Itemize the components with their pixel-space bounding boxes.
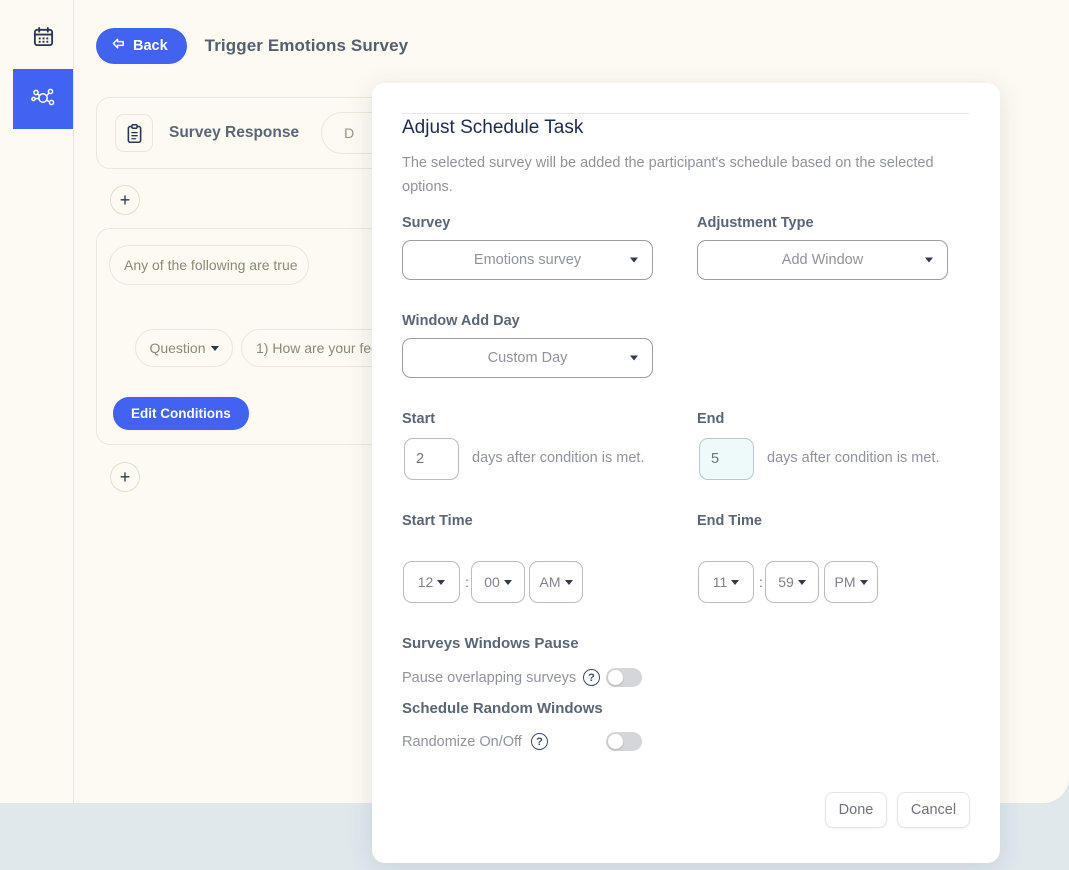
- end-time-hour-select[interactable]: 11: [698, 561, 754, 603]
- clipboard-icon: [115, 114, 153, 152]
- end-time-minute-select[interactable]: 59: [765, 561, 819, 603]
- sidebar-item-calendar[interactable]: [13, 9, 73, 69]
- edit-conditions-button[interactable]: Edit Conditions: [113, 397, 249, 430]
- start-time-separator: :: [465, 574, 469, 590]
- arrow-left-icon: [111, 36, 126, 55]
- sidebar: [13, 0, 74, 803]
- pause-overlapping-surveys-label: Pause overlapping surveys: [402, 670, 577, 686]
- start-time-hour-value: 12: [417, 574, 434, 590]
- end-time-meridiem-select[interactable]: PM: [824, 561, 878, 603]
- add-node-button-bottom[interactable]: +: [110, 462, 140, 492]
- start-days-input[interactable]: [404, 438, 459, 480]
- end-label: End: [697, 411, 725, 427]
- chevron-down-icon: [859, 579, 868, 585]
- end-days-input[interactable]: [699, 438, 754, 480]
- survey-select-value: Emotions survey: [473, 252, 582, 268]
- help-icon-pause[interactable]: ?: [583, 669, 600, 686]
- start-time-label: Start Time: [402, 513, 473, 529]
- randomize-on-off-toggle[interactable]: [606, 732, 642, 751]
- pause-overlapping-surveys-toggle[interactable]: [606, 668, 642, 687]
- sidebar-item-flow[interactable]: [13, 69, 73, 129]
- start-label: Start: [402, 411, 436, 427]
- window-add-day-select-value: Custom Day: [487, 350, 568, 366]
- window-add-day-select[interactable]: Custom Day: [402, 338, 653, 378]
- end-time-minute-value: 59: [778, 574, 794, 590]
- condition-question-dropdown[interactable]: Question: [135, 329, 233, 367]
- survey-label: Survey: [402, 215, 451, 231]
- toggle-knob: [608, 670, 623, 685]
- surveys-windows-pause-heading: Surveys Windows Pause: [402, 635, 579, 652]
- back-button-label: Back: [133, 37, 168, 54]
- chevron-down-icon: [564, 579, 573, 585]
- chevron-down-icon: [925, 257, 933, 263]
- window-add-day-label: Window Add Day: [402, 313, 520, 329]
- start-time-meridiem-select[interactable]: AM: [529, 561, 583, 603]
- chevron-down-icon: [630, 355, 638, 361]
- add-node-button-top[interactable]: +: [110, 185, 140, 215]
- adjustment-type-select[interactable]: Add Window: [697, 240, 948, 280]
- start-days-suffix: days after condition is met.: [472, 450, 645, 466]
- dialog-title: Adjust Schedule Task: [402, 117, 584, 138]
- end-time-hour-value: 11: [712, 574, 728, 590]
- calendar-icon: [32, 25, 55, 53]
- end-days-suffix: days after condition is met.: [767, 450, 940, 466]
- modal-divider: [402, 113, 970, 114]
- condition-any-pill[interactable]: Any of the following are true: [109, 245, 309, 285]
- help-icon-randomize[interactable]: ?: [531, 733, 548, 750]
- page-title: Trigger Emotions Survey: [204, 36, 409, 55]
- back-button[interactable]: Back: [96, 28, 187, 64]
- chevron-down-icon: [731, 579, 740, 585]
- toggle-knob: [608, 734, 623, 749]
- chevron-down-icon: [630, 257, 638, 263]
- chevron-down-icon: [503, 579, 512, 585]
- end-time-label: End Time: [697, 513, 762, 529]
- flow-nodes-icon: [29, 83, 57, 116]
- chevron-down-icon: [797, 579, 806, 585]
- start-time-hour-select[interactable]: 12: [403, 561, 460, 603]
- end-time-separator: :: [759, 574, 763, 590]
- end-time-meridiem-value: PM: [834, 574, 856, 590]
- dialog-description: The selected survey will be added the pa…: [402, 155, 934, 195]
- done-button[interactable]: Done: [825, 792, 887, 828]
- condition-question-label: Question: [149, 340, 206, 356]
- chevron-down-icon: [210, 345, 219, 351]
- adjustment-type-label: Adjustment Type: [697, 215, 814, 231]
- survey-select[interactable]: Emotions survey: [402, 240, 653, 280]
- adjustment-type-select-value: Add Window: [781, 252, 864, 268]
- schedule-random-windows-heading: Schedule Random Windows: [402, 700, 603, 717]
- header: Back Trigger Emotions Survey: [96, 28, 408, 64]
- survey-response-label: Survey Response: [169, 124, 300, 141]
- start-time-meridiem-value: AM: [539, 574, 561, 590]
- chevron-down-icon: [437, 579, 446, 585]
- adjust-schedule-task-dialog: Adjust Schedule Task The selected survey…: [372, 83, 1000, 863]
- randomize-on-off-label: Randomize On/Off: [402, 734, 522, 750]
- start-time-minute-value: 00: [484, 574, 500, 590]
- cancel-button[interactable]: Cancel: [897, 792, 970, 828]
- start-time-minute-select[interactable]: 00: [471, 561, 525, 603]
